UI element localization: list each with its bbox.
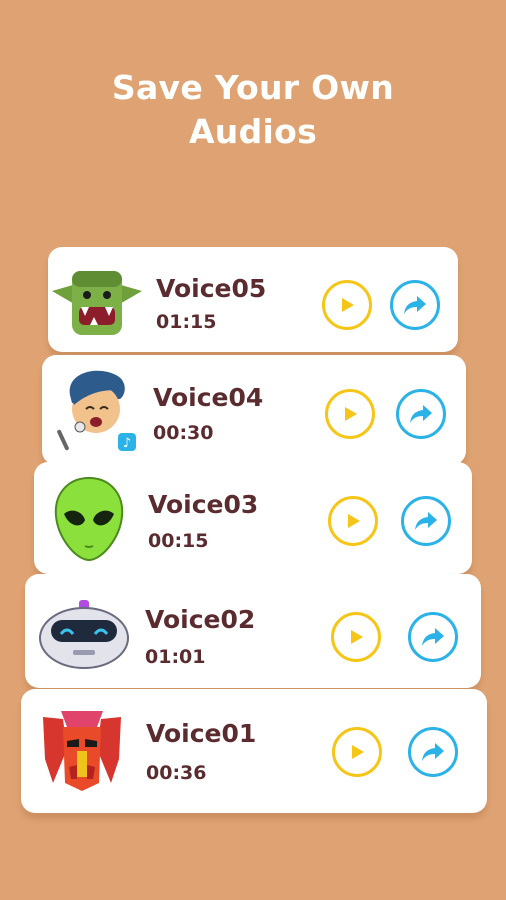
- voice-duration: 01:15: [156, 311, 217, 333]
- robot-avatar-icon: [37, 598, 131, 670]
- page-title: Save Your Own Audios: [0, 66, 506, 154]
- page-title-line-2: Audios: [188, 112, 318, 151]
- voice-card-voice04[interactable]: ♪ Voice04 00:30: [42, 355, 466, 465]
- play-button[interactable]: [322, 280, 372, 330]
- share-button[interactable]: [408, 727, 458, 777]
- voice-card-voice01[interactable]: Voice01 00:36: [21, 689, 487, 813]
- page-title-line-1: Save Your Own: [111, 68, 395, 107]
- play-icon: [351, 630, 363, 644]
- play-icon: [352, 745, 364, 759]
- share-icon: [404, 296, 426, 314]
- voice-name: Voice02: [145, 605, 256, 634]
- play-button[interactable]: [331, 612, 381, 662]
- svg-text:♪: ♪: [123, 436, 131, 451]
- share-button[interactable]: [390, 280, 440, 330]
- play-icon: [342, 298, 354, 312]
- voice-name: Voice05: [156, 274, 267, 303]
- transformer-mask-avatar-icon: [39, 709, 125, 793]
- share-icon: [415, 512, 437, 530]
- voice-name: Voice01: [146, 719, 257, 748]
- share-button[interactable]: [408, 612, 458, 662]
- voice-card-voice03[interactable]: Voice03 00:15: [34, 462, 472, 574]
- alien-avatar-icon: [52, 476, 126, 562]
- share-icon: [422, 743, 444, 761]
- share-button[interactable]: [396, 389, 446, 439]
- share-icon: [410, 405, 432, 423]
- voice-duration: 00:15: [148, 530, 209, 552]
- boy-singing-avatar-icon: ♪: [56, 365, 140, 455]
- voice-duration: 00:30: [153, 422, 214, 444]
- voice-duration: 00:36: [146, 762, 207, 784]
- orc-avatar-icon: [50, 261, 144, 341]
- play-button[interactable]: [332, 727, 382, 777]
- share-button[interactable]: [401, 496, 451, 546]
- voice-name: Voice03: [148, 490, 259, 519]
- play-button[interactable]: [328, 496, 378, 546]
- play-icon: [348, 514, 360, 528]
- share-icon: [422, 628, 444, 646]
- voice-card-voice02[interactable]: Voice02 01:01: [25, 574, 481, 688]
- voice-duration: 01:01: [145, 646, 206, 668]
- play-icon: [345, 407, 357, 421]
- play-button[interactable]: [325, 389, 375, 439]
- voice-name: Voice04: [153, 383, 264, 412]
- voice-card-voice05[interactable]: Voice05 01:15: [48, 247, 458, 352]
